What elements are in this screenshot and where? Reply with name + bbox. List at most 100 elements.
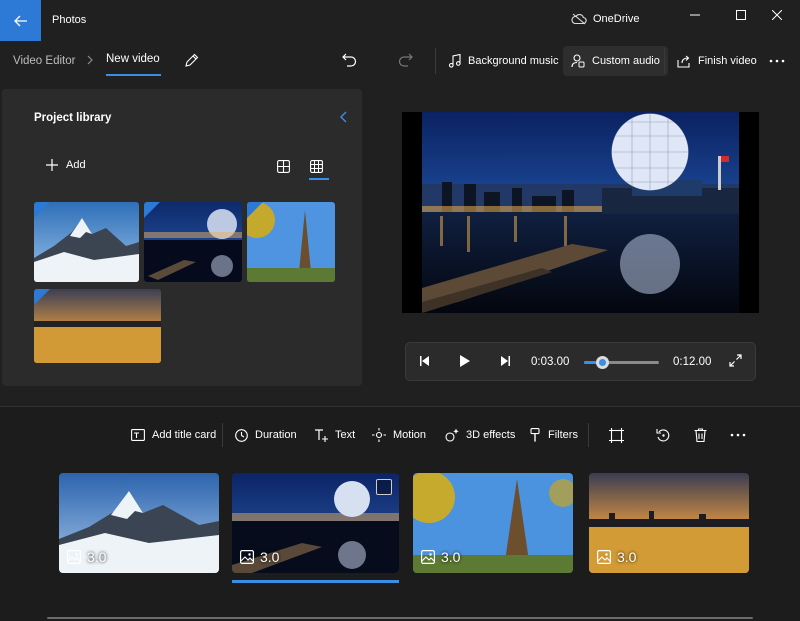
clock-icon	[235, 428, 248, 442]
sparkle-icon	[445, 428, 459, 442]
storyboard-clip-dome[interactable]: 3.0	[232, 473, 399, 573]
motion-icon	[372, 428, 386, 442]
play-button[interactable]	[459, 355, 470, 367]
undo-icon	[342, 53, 357, 67]
library-item-eiffel[interactable]	[247, 202, 335, 282]
filters-button[interactable]: Filters	[529, 425, 578, 445]
project-library-title: Project library	[34, 112, 112, 124]
delete-button[interactable]	[694, 425, 707, 445]
text-add-icon	[315, 428, 328, 442]
skyline-photo	[34, 289, 161, 363]
more-options-button[interactable]	[768, 54, 786, 68]
finish-video-button[interactable]: Finish video	[669, 46, 765, 76]
image-icon	[240, 550, 254, 564]
text-button[interactable]: Text	[314, 425, 355, 445]
storyboard-divider	[222, 423, 223, 447]
custom-audio-button[interactable]: Custom audio	[563, 46, 668, 76]
3d-effects-label: 3D effects	[466, 429, 516, 441]
clip-duration: 3.0	[240, 549, 279, 565]
more-dots-icon	[769, 59, 785, 63]
close-button[interactable]	[754, 0, 800, 30]
grid-large-icon	[277, 160, 290, 173]
current-time: 0:03.00	[531, 356, 570, 368]
storyboard-divider	[588, 423, 589, 447]
clip-select-checkbox[interactable]	[376, 479, 392, 495]
motion-button[interactable]: Motion	[372, 425, 426, 445]
storyboard-clip-skyline[interactable]: 3.0	[589, 473, 749, 573]
onedrive-label: OneDrive	[593, 13, 640, 25]
storyboard-scrollbar[interactable]	[47, 617, 753, 619]
minimize-button[interactable]	[672, 0, 718, 30]
selected-clip-indicator	[232, 580, 399, 583]
rename-button[interactable]	[184, 53, 199, 68]
breadcrumb-video-editor[interactable]: Video Editor	[13, 55, 75, 67]
crop-button[interactable]	[609, 425, 624, 445]
app-title: Photos	[52, 14, 87, 26]
custom-audio-label: Custom audio	[592, 55, 660, 67]
preview-frame-image	[422, 112, 739, 313]
storyboard-more-button[interactable]	[729, 425, 747, 445]
add-title-card-label: Add title card	[152, 429, 217, 441]
next-frame-button[interactable]	[499, 355, 511, 367]
title-card-icon	[131, 429, 145, 441]
selected-corner-marker	[34, 202, 50, 218]
add-media-button[interactable]: Add	[46, 159, 86, 171]
library-item-skyline[interactable]	[34, 289, 161, 363]
duration-label: Duration	[255, 429, 297, 441]
chevron-left-icon	[340, 111, 347, 123]
add-title-card-button[interactable]: Add title card	[131, 425, 216, 445]
onedrive-status[interactable]: OneDrive	[571, 13, 639, 25]
back-button[interactable]	[0, 0, 41, 41]
playback-controls: 0:03.00 0:12.00	[405, 342, 756, 381]
collapse-library-button[interactable]	[339, 111, 349, 123]
view-selection-indicator	[309, 178, 329, 180]
selected-corner-marker	[144, 202, 160, 218]
toolbar-divider	[435, 48, 436, 74]
grid-small-icon	[310, 160, 323, 173]
selected-corner-marker	[247, 202, 263, 218]
person-audio-icon	[571, 54, 585, 68]
duration-button[interactable]: Duration	[235, 425, 297, 445]
small-grid-view-button[interactable]	[310, 160, 323, 173]
image-icon	[421, 550, 435, 564]
redo-icon	[398, 53, 413, 67]
selected-corner-marker	[34, 289, 50, 305]
trash-icon	[694, 428, 707, 442]
share-export-icon	[677, 55, 690, 68]
seek-thumb[interactable]	[596, 356, 610, 369]
arrow-left-icon	[13, 15, 27, 26]
project-library-panel: Project library Add	[2, 89, 362, 386]
clip-duration: 3.0	[421, 549, 460, 565]
image-icon	[597, 550, 611, 564]
text-label: Text	[335, 429, 356, 441]
library-item-mountain[interactable]	[34, 202, 139, 282]
filters-label: Filters	[548, 429, 578, 441]
clip-duration-value: 3.0	[441, 549, 461, 565]
storyboard-clip-mountain[interactable]: 3.0	[59, 473, 219, 573]
clip-duration-value: 3.0	[260, 549, 280, 565]
rotate-icon	[656, 428, 670, 441]
redo-button[interactable]	[398, 53, 413, 67]
seek-bar[interactable]	[584, 361, 659, 364]
add-media-label: Add	[66, 159, 86, 171]
large-grid-view-button[interactable]	[277, 160, 290, 173]
background-music-button[interactable]: Background music	[440, 46, 567, 76]
finish-video-label: Finish video	[698, 55, 757, 67]
clip-duration-value: 3.0	[617, 549, 637, 565]
fullscreen-button[interactable]	[729, 354, 742, 367]
breadcrumb-project-name[interactable]: New video	[106, 53, 160, 65]
total-time: 0:12.00	[673, 356, 712, 368]
plus-icon	[46, 159, 58, 171]
rotate-button[interactable]	[656, 425, 671, 445]
library-item-dome[interactable]	[144, 202, 242, 282]
undo-button[interactable]	[342, 53, 357, 67]
expand-icon	[729, 354, 742, 367]
video-preview[interactable]	[402, 112, 759, 313]
previous-frame-button[interactable]	[419, 355, 431, 367]
clip-duration-value: 3.0	[87, 549, 107, 565]
storyboard-clip-eiffel[interactable]: 3.0	[413, 473, 573, 573]
pencil-icon	[185, 53, 199, 67]
3d-effects-button[interactable]: 3D effects	[445, 425, 515, 445]
music-note-icon	[448, 54, 461, 68]
title-bar: Photos OneDrive	[0, 0, 800, 41]
